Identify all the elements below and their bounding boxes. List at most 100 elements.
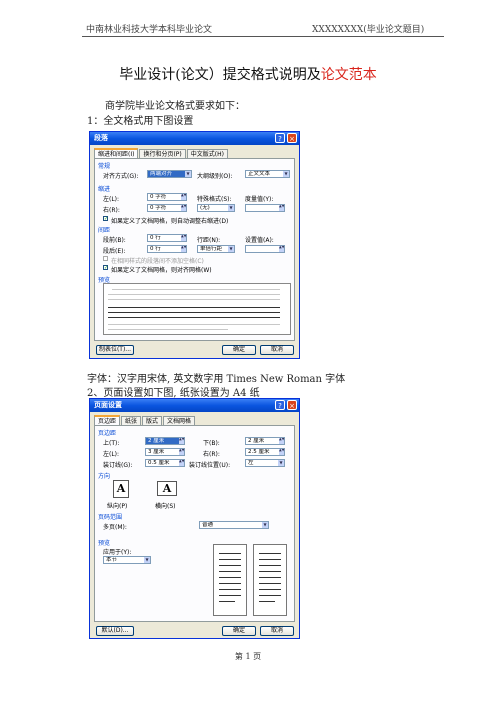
bottom-input[interactable]: 2 厘米 ▲▼ [245, 437, 285, 445]
preview-line [219, 571, 241, 572]
apply-to-label: 应用于(Y): [103, 549, 132, 556]
multi-pages-select[interactable]: 普通 ▼ [199, 521, 269, 529]
after-value: 0 行 [150, 246, 161, 252]
snap-grid-label: 如果定义了文档网格，则对齐网格(W) [111, 267, 212, 274]
close-icon[interactable]: × [287, 400, 297, 410]
outline-value: 正文文本 [248, 171, 271, 177]
portrait-icon[interactable]: A [113, 480, 129, 498]
preview-line [259, 571, 281, 572]
multi-pages-label: 多页(M): [103, 524, 127, 531]
chevron-down-icon: ▼ [144, 557, 150, 563]
preview-line [219, 589, 241, 590]
indent-left-label: 左(L): [103, 196, 120, 203]
preview-line [259, 565, 281, 566]
running-header-left: 中南林业科技大学本科毕业论文 [86, 25, 213, 35]
cancel-button[interactable]: 取消 [260, 626, 294, 636]
auto-indent-label: 如果定义了文档网格，则自动调整右缩进(D) [111, 218, 229, 225]
bottom-label: 下(B): [203, 440, 220, 447]
spinner-icon: ▲▼ [279, 246, 284, 252]
before-input[interactable]: 0 行 ▲▼ [147, 234, 187, 242]
ok-button[interactable]: 确定 [222, 626, 256, 636]
gutter-pos-label: 装订线位置(U): [189, 462, 231, 469]
left-value: 3 厘米 [148, 449, 165, 455]
left-input[interactable]: 3 厘米 ▲▼ [145, 448, 185, 456]
left-label: 左(L): [103, 451, 120, 458]
close-icon[interactable]: × [287, 133, 297, 143]
no-space-checkbox[interactable] [103, 256, 108, 261]
align-label: 对齐方式(G): [103, 173, 139, 180]
tabs-button[interactable]: 制表位(T)... [96, 345, 134, 355]
align-value: 两端对齐 [150, 171, 173, 177]
help-icon[interactable]: ? [275, 400, 285, 410]
indent-left-value: 0 字符 [150, 194, 167, 200]
gutter-value: 0.5 厘米 [148, 460, 170, 466]
spinner-icon: ▲▼ [179, 460, 184, 466]
gutter-input[interactable]: 0.5 厘米 ▲▼ [145, 459, 185, 467]
dialog-tabs: 缩进和间距(I) 换行和分页(P) 中文版式(H) [94, 148, 229, 161]
spinner-icon: ▲▼ [279, 205, 284, 211]
special-select[interactable]: (无) ▼ [197, 204, 235, 212]
top-value: 2 厘米 [148, 438, 165, 444]
outline-select[interactable]: 正文文本 ▼ [245, 170, 290, 178]
auto-indent-checkbox[interactable]: ✓ [103, 216, 108, 222]
special-label: 特殊格式(S): [197, 196, 232, 203]
top-input[interactable]: 2 厘米 ▲▼ [145, 437, 185, 445]
indent-left-input[interactable]: 0 字符 ▲▼ [147, 193, 187, 201]
preview-line [108, 299, 280, 300]
preview-line [219, 601, 235, 602]
preview-page-right [253, 544, 287, 616]
after-input[interactable]: 0 行 ▲▼ [147, 245, 187, 253]
running-header-right: XXXXXXXX(毕业论文题目) [312, 25, 425, 35]
help-icon[interactable]: ? [275, 133, 285, 143]
dialog-pane: 常规 对齐方式(G): 两端对齐 ▼ 大纲级别(O): 正文文本 ▼ 缩进 左(L)… [94, 158, 295, 341]
snap-grid-checkbox[interactable]: ✓ [103, 265, 108, 271]
section-pages: 页码范围 [98, 514, 123, 521]
setval-input[interactable]: ▲▼ [245, 245, 285, 253]
apply-to-select[interactable]: 本节 ▼ [103, 556, 151, 564]
header-rule [82, 36, 444, 37]
outline-label: 大纲级别(O): [197, 173, 233, 180]
degree-input[interactable]: ▲▼ [245, 204, 285, 212]
section-spacing: 间距 [98, 227, 111, 234]
preview-line [259, 559, 281, 560]
cancel-button[interactable]: 取消 [260, 345, 294, 355]
after-label: 段后(E): [103, 248, 126, 255]
spinner-icon: ▲▼ [279, 438, 284, 444]
preview-line [219, 577, 241, 578]
preview-line [108, 324, 280, 325]
preview-line [108, 307, 280, 308]
default-button[interactable]: 默认(D)... [96, 626, 134, 636]
line-spacing-select[interactable]: 单倍行距 ▼ [197, 245, 235, 253]
preview-line [108, 329, 228, 330]
preview-line [259, 577, 281, 578]
indent-right-input[interactable]: 0 字符 ▲▼ [147, 204, 187, 212]
chevron-down-icon: ▼ [278, 460, 284, 466]
dialog-titlebar: 段落 [90, 132, 299, 145]
degree-label: 度量值(Y): [245, 196, 274, 203]
indent-right-value: 0 字符 [150, 205, 167, 211]
right-value: 2.5 厘米 [248, 449, 270, 455]
special-value: (无) [200, 205, 210, 211]
before-label: 段前(B): [103, 237, 126, 244]
apply-to-value: 本节 [106, 557, 118, 563]
gutter-pos-select[interactable]: 左 ▼ [245, 459, 285, 467]
preview-line [259, 583, 281, 584]
preview-line [259, 589, 281, 590]
item1-text: 1：全文格式用下图设置 [87, 116, 194, 127]
paragraph-dialog: 段落 ? × 缩进和间距(I) 换行和分页(P) 中文版式(H) 常规 对齐方式(G… [89, 131, 300, 359]
spinner-icon: ▲▼ [179, 438, 184, 444]
title-highlight: 论文范本 [320, 67, 377, 83]
landscape-icon[interactable]: A [157, 481, 177, 496]
preview-line [219, 559, 241, 560]
preview-line [108, 317, 280, 318]
right-input[interactable]: 2.5 厘米 ▲▼ [245, 448, 285, 456]
dialog-pane: 页边距 上(T): 2 厘米 ▲▼ 下(B): 2 厘米 ▲▼ 左(L): 3 厘米… [94, 425, 295, 622]
align-select[interactable]: 两端对齐 ▼ [147, 170, 192, 178]
page-title: 毕业设计(论文）提交格式说明及论文范本 [0, 64, 496, 84]
section-margins: 页边距 [98, 430, 117, 437]
bottom-value: 2 厘米 [248, 438, 265, 444]
preview-page-left [213, 544, 247, 616]
ok-button[interactable]: 确定 [222, 345, 256, 355]
spinner-icon: ▲▼ [279, 449, 284, 455]
gutter-pos-value: 左 [248, 460, 254, 466]
